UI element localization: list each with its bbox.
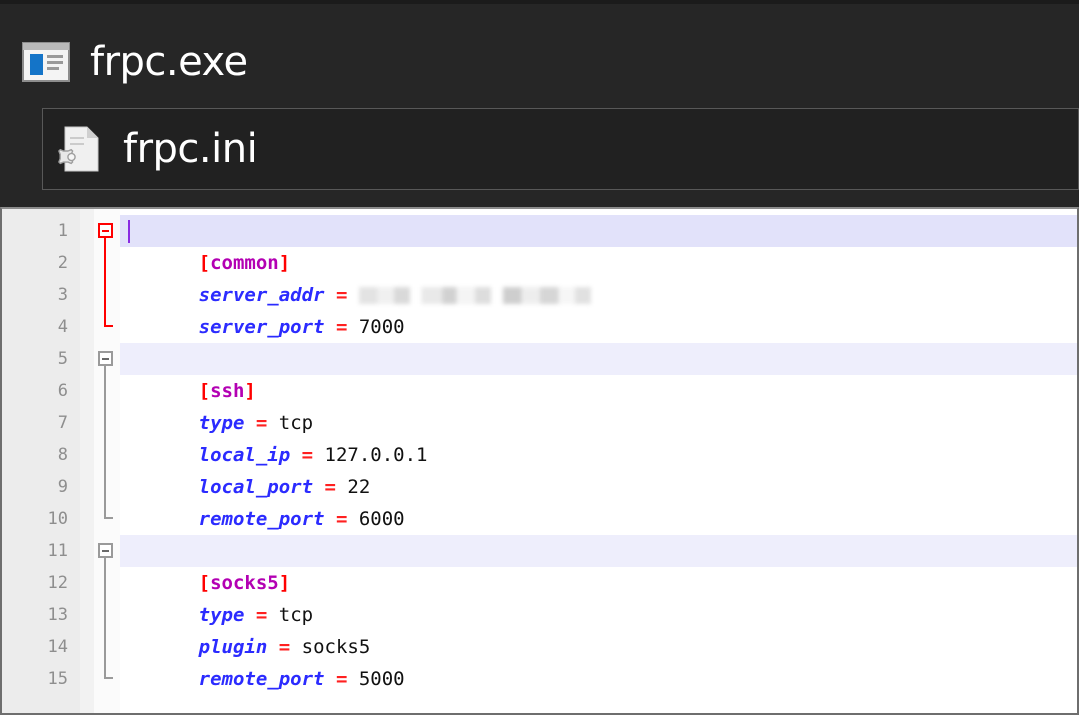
fold-row: [94, 279, 120, 311]
application-window-icon: [20, 36, 72, 88]
code-line-section[interactable]: [ssh]: [120, 343, 1077, 402]
code-line-pair[interactable]: server_addr =: [120, 247, 1077, 306]
fold-row: [94, 503, 120, 535]
line-number: 1: [57, 221, 68, 241]
file-name-label: frpc.ini: [123, 126, 258, 172]
code-line-blank[interactable]: [120, 503, 1077, 535]
line-number: 8: [57, 445, 68, 465]
fold-row: [94, 631, 120, 663]
line-number: 13: [47, 605, 68, 625]
fold-row: [94, 663, 120, 695]
code-content[interactable]: [common] server_addr = server_port = 700…: [120, 209, 1077, 713]
fold-row: [94, 599, 120, 631]
line-number: 14: [47, 637, 68, 657]
fold-collapse-icon-ssh[interactable]: [98, 351, 113, 366]
line-number: 10: [47, 509, 68, 529]
line-number: 6: [57, 381, 68, 401]
fold-row: [94, 375, 120, 407]
code-line-pair[interactable]: server_port = 7000: [120, 279, 1077, 338]
fold-row: [94, 247, 120, 279]
text-caret: [128, 220, 130, 243]
code-line-section[interactable]: [socks5]: [120, 535, 1077, 594]
fold-row: [94, 407, 120, 439]
code-folding-gutter[interactable]: [94, 209, 120, 713]
line-number: 2: [57, 253, 68, 273]
code-line-pair[interactable]: plugin = socks5: [120, 599, 1077, 658]
code-line-pair[interactable]: remote_port = 5000: [120, 631, 1077, 690]
file-list-item-ini[interactable]: frpc.ini: [42, 108, 1079, 190]
fold-row: [94, 311, 120, 343]
code-line-section[interactable]: [common]: [120, 215, 1077, 274]
code-editor[interactable]: 1 2 3 4 5 6 7 8 9 10 11 12 13 14 15 [com…: [0, 207, 1079, 715]
line-number: 9: [57, 477, 68, 497]
code-line-pair[interactable]: local_port = 22: [120, 439, 1077, 498]
code-line-pair[interactable]: remote_port = 6000: [120, 471, 1077, 530]
ini-config-file-icon: [53, 123, 105, 175]
code-line-pair[interactable]: local_ip = 127.0.0.1: [120, 407, 1077, 466]
fold-row: [94, 215, 120, 327]
code-line-pair[interactable]: type = tcp: [120, 375, 1077, 434]
line-number: 11: [47, 541, 68, 561]
line-number: 4: [57, 317, 68, 337]
file-list-item-exe[interactable]: frpc.exe: [0, 26, 1079, 98]
line-number-gutter: 1 2 3 4 5 6 7 8 9 10 11 12 13 14 15: [2, 209, 80, 713]
fold-row: [94, 567, 120, 599]
line-number: 15: [47, 669, 68, 689]
line-number: 3: [57, 285, 68, 305]
fold-row: [94, 471, 120, 503]
fold-collapse-icon-socks5[interactable]: [98, 543, 113, 558]
code-line-blank[interactable]: [120, 663, 1077, 695]
line-number: 7: [57, 413, 68, 433]
fold-collapse-icon-common[interactable]: [98, 223, 113, 238]
fold-row: [94, 439, 120, 471]
fold-row: [94, 535, 120, 679]
fold-row: [94, 343, 120, 519]
gutter-separator-strip: [80, 209, 94, 713]
line-number: 12: [47, 573, 68, 593]
file-name-label: frpc.exe: [90, 39, 248, 85]
line-number: 5: [57, 349, 68, 369]
code-line-pair[interactable]: type = tcp: [120, 567, 1077, 626]
code-line-blank[interactable]: [120, 311, 1077, 343]
file-explorer-pane: frpc.exe frpc.ini: [0, 0, 1079, 207]
